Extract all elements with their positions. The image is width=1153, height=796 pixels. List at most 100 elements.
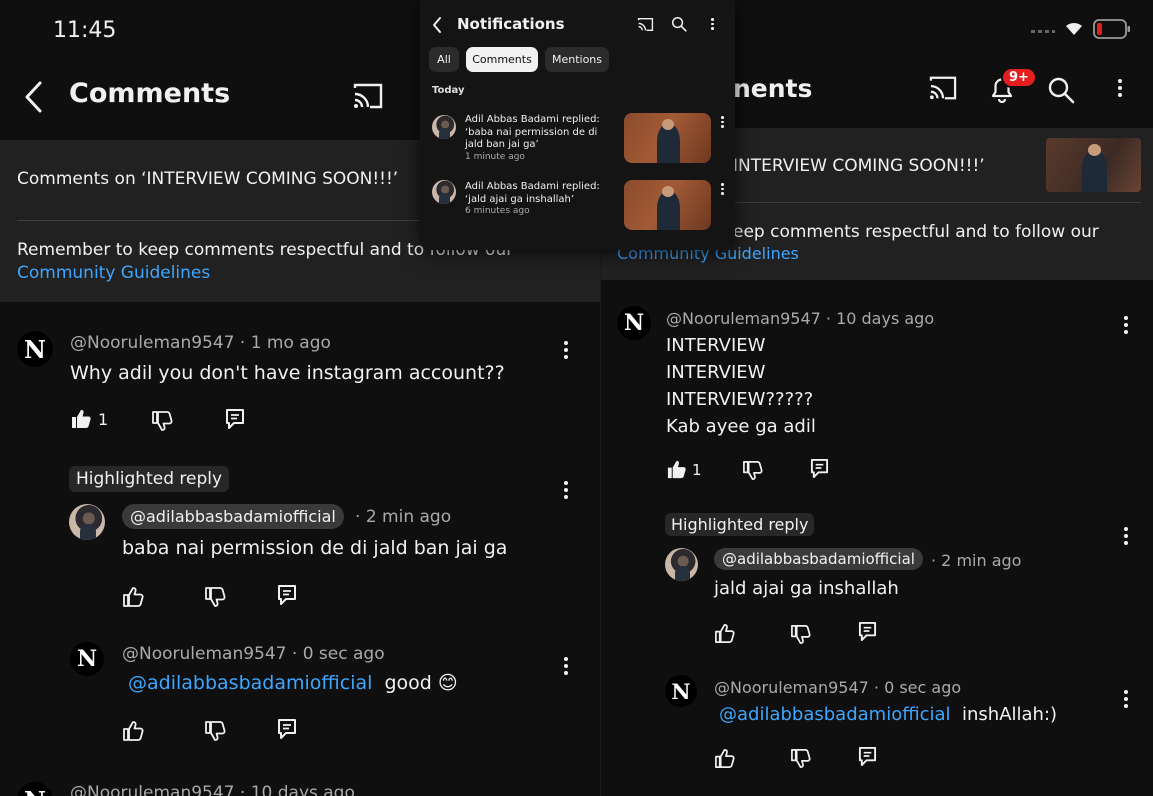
more-icon[interactable]: [711, 18, 714, 33]
chip-mentions[interactable]: Mentions: [545, 47, 609, 72]
avatar[interactable]: [665, 548, 698, 581]
like-icon[interactable]: [122, 586, 144, 608]
highlighted-more-icon[interactable]: [564, 481, 568, 502]
search-icon[interactable]: [1047, 76, 1075, 104]
avatar: [432, 115, 456, 139]
comment-author[interactable]: @Nooruleman9547: [70, 333, 234, 353]
notification-more-icon[interactable]: [721, 116, 724, 131]
reply-text: baba nai permission de di jald ban jai g…: [122, 537, 508, 559]
reply2-author[interactable]: @Nooruleman9547: [714, 678, 869, 697]
reply-author-chip[interactable]: @adilabbasbadamiofficial: [122, 504, 344, 529]
reply-time-text: 2 min ago: [941, 551, 1022, 570]
highlighted-reply-label: Highlighted reply: [665, 513, 815, 536]
reply-time: · 2 min ago: [355, 507, 452, 527]
video-thumbnail[interactable]: [1046, 138, 1141, 192]
reply-icon[interactable]: [277, 584, 297, 606]
section-label: Today: [432, 85, 465, 96]
reply-time: · 2 min ago: [931, 551, 1022, 570]
like-icon[interactable]: [70, 408, 92, 430]
cast-icon[interactable]: [352, 82, 384, 110]
notification-badge: 9+: [1001, 67, 1037, 88]
comment-more-icon[interactable]: [1124, 316, 1128, 337]
reply2-text: inshAllah:): [962, 704, 1058, 725]
like-count: 1: [692, 461, 702, 479]
avatar: [432, 180, 456, 204]
comment-line: Kab ayee ga adil: [666, 416, 816, 437]
dislike-icon[interactable]: [790, 748, 811, 769]
reply2-more-icon[interactable]: [1124, 690, 1128, 711]
dislike-icon[interactable]: [742, 460, 763, 481]
avatar[interactable]: N: [70, 642, 104, 676]
mention-link[interactable]: @adilabbasbadamiofficial: [128, 672, 372, 694]
reply-icon[interactable]: [225, 408, 245, 430]
like-icon[interactable]: [714, 748, 735, 769]
wifi-icon: [1064, 20, 1084, 36]
cast-icon[interactable]: [637, 17, 654, 32]
notification-time: 6 minutes ago: [465, 206, 530, 216]
comment-text: Why adil you don't have instagram accoun…: [70, 362, 505, 384]
battery-icon: [1093, 19, 1131, 39]
avatar[interactable]: N: [17, 782, 53, 796]
reply2-body: @adilabbasbadamiofficial inshAllah:): [719, 704, 1057, 725]
dislike-icon[interactable]: [790, 624, 811, 645]
search-icon[interactable]: [671, 16, 687, 32]
chip-all[interactable]: All: [429, 47, 459, 72]
like-icon[interactable]: [666, 459, 687, 480]
highlighted-reply-label: Highlighted reply: [69, 466, 230, 492]
back-icon[interactable]: [22, 80, 46, 114]
avatar[interactable]: [69, 504, 105, 540]
chip-comments[interactable]: Comments: [466, 47, 538, 72]
like-icon[interactable]: [714, 623, 735, 644]
reply-icon[interactable]: [277, 718, 297, 740]
reply-icon[interactable]: [858, 746, 877, 767]
guidelines-text-partial: eep comments respectful and to follow ou…: [733, 222, 1099, 242]
like-icon[interactable]: [122, 720, 144, 742]
comment-time: 1 mo ago: [250, 333, 331, 353]
notification-text: Adil Abbas Badami replied: ‘baba nai per…: [465, 114, 600, 150]
comments-on-label: Comments on ‘INTERVIEW COMING SOON!!!’: [17, 169, 399, 189]
status-time: 11:45: [53, 18, 117, 43]
reply2-author[interactable]: @Nooruleman9547: [122, 644, 286, 664]
reply2-more-icon[interactable]: [564, 657, 568, 678]
page-title: Comments: [69, 78, 231, 109]
next-comment-meta: @Nooruleman9547 · 10 days ago: [70, 783, 355, 796]
comments-on-label-partial: INTERVIEW COMING SOON!!!’: [733, 156, 985, 176]
dislike-icon[interactable]: [204, 720, 226, 742]
comment-line: INTERVIEW: [666, 335, 766, 356]
like-count: 1: [98, 410, 109, 429]
notification-time: 1 minute ago: [465, 152, 525, 162]
cast-icon[interactable]: [928, 75, 958, 101]
notifications-title: Notifications: [457, 15, 565, 33]
page-title-partial: nents: [733, 74, 813, 103]
reply2-time: 0 sec ago: [302, 644, 385, 664]
notification-text: Adil Abbas Badami replied: ‘jald ajai ga…: [465, 181, 600, 205]
comment-author[interactable]: @Nooruleman9547: [666, 309, 821, 328]
comment-line: INTERVIEW?????: [666, 389, 814, 410]
avatar[interactable]: N: [617, 306, 651, 340]
reply2-text: good 😊: [384, 672, 458, 694]
back-icon[interactable]: [431, 16, 443, 34]
notification-more-icon[interactable]: [721, 183, 724, 198]
notifications-panel: Notifications All Comments Mentions Toda…: [420, 0, 735, 250]
avatar[interactable]: N: [665, 675, 697, 707]
avatar[interactable]: N: [17, 331, 53, 367]
status-dots: [1031, 30, 1055, 33]
reply-time-text: 2 min ago: [365, 507, 452, 527]
comment-more-icon[interactable]: [564, 341, 568, 362]
reply-icon[interactable]: [810, 458, 829, 479]
highlighted-more-icon[interactable]: [1124, 527, 1128, 548]
reply-author-chip[interactable]: @adilabbasbadamiofficial: [714, 548, 923, 570]
next-comment-author[interactable]: @Nooruleman9547: [70, 783, 234, 796]
reply-icon[interactable]: [858, 621, 877, 642]
reply-text: jald ajai ga inshallah: [714, 578, 899, 599]
notification-thumbnail: [624, 113, 711, 163]
dislike-icon[interactable]: [151, 410, 173, 432]
comment-meta: @Nooruleman9547 · 1 mo ago: [70, 333, 331, 353]
mention-link[interactable]: @adilabbasbadamiofficial: [719, 704, 951, 725]
header-more-icon[interactable]: [1118, 79, 1122, 100]
community-guidelines-link[interactable]: Community Guidelines: [17, 263, 210, 283]
reply2-body: @adilabbasbadamiofficial good 😊: [128, 672, 458, 694]
dislike-icon[interactable]: [204, 586, 226, 608]
reply2-meta: @Nooruleman9547 · 0 sec ago: [122, 644, 385, 664]
comment-line: INTERVIEW: [666, 362, 766, 383]
